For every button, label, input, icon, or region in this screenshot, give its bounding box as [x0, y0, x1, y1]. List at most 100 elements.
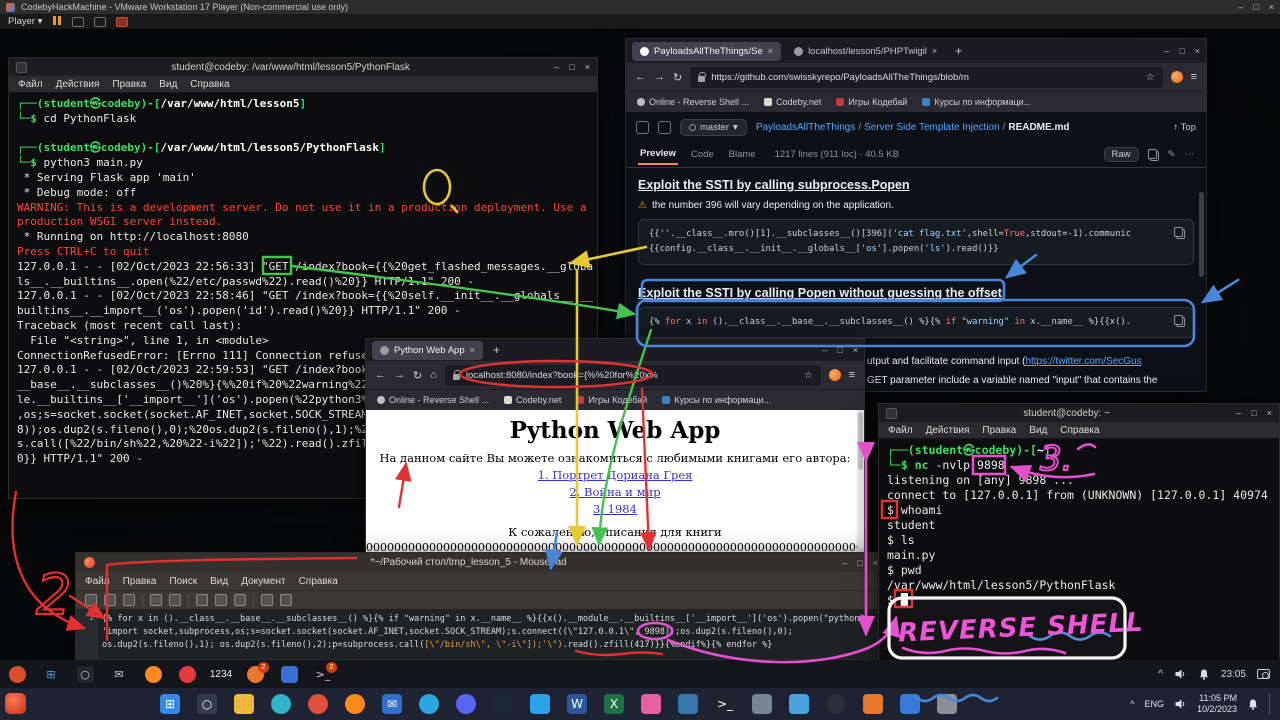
copy-code-icon[interactable] [1174, 315, 1185, 327]
menu-Документ[interactable]: Документ [241, 576, 285, 587]
vm-clock[interactable]: 23:05 [1221, 669, 1246, 680]
tab-blame[interactable]: Blame [727, 145, 758, 164]
breadcrumb-repo[interactable]: PayloadsAllTheThings [756, 122, 856, 133]
vm-mail-icon[interactable]: ✉ [106, 662, 132, 686]
scrollbar[interactable] [857, 410, 864, 556]
reload-button[interactable]: ↻ [413, 369, 422, 382]
tab-code[interactable]: Code [689, 145, 716, 164]
vmware-minimize-button[interactable]: – [1238, 2, 1243, 12]
taskbar-settings-icon[interactable] [935, 691, 959, 717]
hamburger-menu-icon[interactable]: ≡ [1191, 71, 1197, 83]
back-button[interactable]: ← [375, 369, 386, 381]
branch-selector[interactable]: master ▾ [680, 119, 747, 136]
menu-Поиск[interactable]: Поиск [169, 576, 197, 587]
taskbar-firefox-icon[interactable] [343, 691, 367, 717]
speaker-icon[interactable] [1174, 698, 1187, 710]
menu-Правка[interactable]: Правка [112, 79, 146, 90]
tab-preview[interactable]: Preview [638, 144, 678, 165]
taskbar-terminal-icon[interactable]: >_ [713, 691, 737, 717]
save-icon[interactable] [123, 594, 135, 606]
reload-button[interactable]: ↻ [673, 71, 682, 84]
bookmark-star-icon[interactable]: ☆ [804, 370, 813, 381]
terminal-flask-titlebar[interactable]: student@codeby: /var/www/html/lesson5/Py… [9, 58, 597, 76]
sidebar-toggle-icon[interactable] [636, 121, 649, 134]
taskbar-vscode-icon[interactable] [528, 691, 552, 717]
heading-popen-offset[interactable]: Exploit the SSTI by calling Popen withou… [638, 286, 1194, 300]
taskbar-folder-icon[interactable] [232, 691, 256, 717]
close-button[interactable]: × [585, 62, 590, 72]
menu-Правка[interactable]: Правка [982, 425, 1016, 436]
host-clock[interactable]: 11:05 PM 10/2/2023 [1197, 693, 1237, 715]
tray-expand-icon[interactable]: ^ [1130, 699, 1134, 709]
url-bar[interactable]: https://github.com/swisskyrepo/PayloadsA… [690, 67, 1162, 88]
copy-code-icon[interactable] [1174, 227, 1185, 239]
menu-Справка[interactable]: Справка [299, 576, 338, 587]
maximize-button[interactable]: □ [1179, 46, 1184, 56]
new-tab-button[interactable]: + [950, 44, 967, 58]
tab-python-web-app[interactable]: Python Web App × [372, 341, 483, 360]
vm-flame-icon[interactable] [4, 662, 30, 686]
menu-Действия[interactable]: Действия [56, 79, 100, 90]
vm-firefox-icon[interactable] [140, 662, 166, 686]
taskbar-search-icon[interactable]: ○ [195, 691, 219, 717]
bookmark-star-icon[interactable]: ☆ [1146, 72, 1155, 83]
vm-opera-icon[interactable] [174, 662, 200, 686]
copy-icon[interactable] [1148, 149, 1159, 161]
undo-icon[interactable] [150, 594, 162, 606]
close-tab-icon[interactable]: × [470, 345, 475, 355]
show-desktop-button[interactable] [1269, 693, 1272, 715]
breadcrumb-dir[interactable]: Server Side Template Injection [864, 122, 999, 133]
vm-browser-icon[interactable]: 2 [242, 662, 268, 686]
taskbar-photos-icon[interactable] [787, 691, 811, 717]
file-tree-icon[interactable] [658, 121, 671, 134]
home-button[interactable]: ⌂ [430, 369, 437, 381]
book-link-1[interactable]: 1. Портрет Дориана Грея [366, 468, 864, 482]
taskbar-excel-icon[interactable]: X [602, 691, 626, 717]
vm-app-blue-icon[interactable] [276, 662, 302, 686]
terminal-nc-titlebar[interactable]: student@codeby: ~ – □ × [879, 404, 1279, 422]
maximize-button[interactable]: □ [569, 62, 574, 72]
taskbar-telegram-icon[interactable] [417, 691, 441, 717]
taskbar-obs-icon[interactable] [824, 691, 848, 717]
minimize-button[interactable]: – [1164, 46, 1169, 56]
snapshot-icon[interactable] [116, 17, 128, 27]
bookmark-item[interactable]: Online - Reverse Shell ... [637, 97, 749, 107]
raw-button[interactable]: Raw [1104, 147, 1139, 162]
new-tab-button[interactable]: + [488, 343, 505, 357]
taskbar-mail-icon[interactable]: ✉ [380, 691, 404, 717]
minimize-button[interactable]: – [1236, 408, 1241, 418]
vmware-maximize-button[interactable]: □ [1253, 2, 1258, 12]
forward-button[interactable]: → [394, 369, 405, 381]
tab-localhost-phptwig[interactable]: localhost/lesson5/PHPTwigil × [786, 42, 945, 61]
tray-expand-icon[interactable]: ^ [1158, 669, 1163, 680]
hamburger-menu-icon[interactable]: ≡ [849, 369, 855, 381]
new-file-icon[interactable] [85, 594, 97, 606]
more-options-icon[interactable]: ⋯ [1185, 149, 1195, 160]
back-button[interactable]: ← [635, 71, 646, 83]
tab-payloadsallthethings[interactable]: PayloadsAllTheThings/Se × [632, 42, 781, 61]
taskbar-word-icon[interactable]: W [565, 691, 589, 717]
bookmark-item[interactable]: Игры Кодебай [836, 97, 907, 107]
code-block-popen[interactable]: {% for x in ().__class__.__base__.__subc… [638, 307, 1194, 338]
vm-search-icon[interactable]: ○ [72, 662, 98, 686]
menu-Файл[interactable]: Файл [85, 576, 110, 587]
copy-icon[interactable] [215, 594, 227, 606]
mousepad-text[interactable]: {% for x in ().__class__.__base__.__subc… [98, 610, 886, 660]
vm-start-button[interactable]: ⊞ [38, 662, 64, 686]
taskbar-chrome-icon[interactable] [306, 691, 330, 717]
forward-button[interactable]: → [654, 71, 665, 83]
taskbar-paint-icon[interactable] [639, 691, 663, 717]
bookmark-item[interactable]: Codeby.net [504, 395, 561, 405]
host-corner-widget-icon[interactable] [5, 693, 26, 714]
minimize-button[interactable]: – [822, 345, 827, 355]
replace-icon[interactable] [280, 594, 292, 606]
maximize-button[interactable]: □ [1251, 408, 1256, 418]
menu-Действия[interactable]: Действия [926, 425, 970, 436]
top-link[interactable]: ↑ Top [1173, 122, 1196, 133]
vm-window-1234[interactable]: 1234 [208, 662, 234, 686]
minimize-button[interactable]: – [554, 62, 559, 72]
paste-icon[interactable] [234, 594, 246, 606]
url-bar[interactable]: localhost:8080/index?book={%%20for%20x% … [445, 365, 821, 386]
bell-icon[interactable] [1247, 698, 1259, 711]
maximize-button[interactable]: □ [857, 558, 862, 568]
